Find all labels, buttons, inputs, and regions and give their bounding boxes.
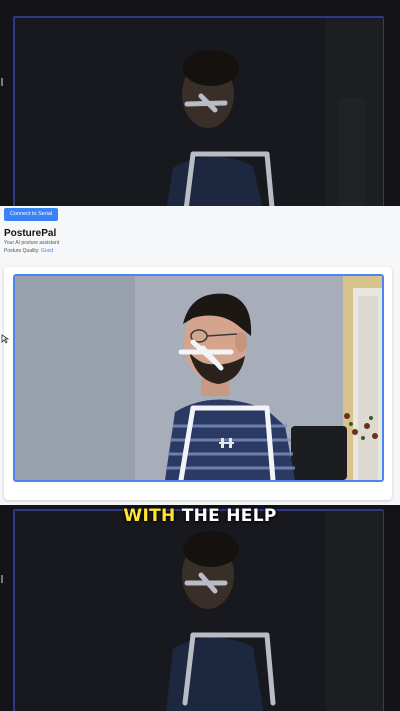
posture-quality: Posture Quality: Good [4, 248, 53, 254]
dimmed-video-bottom [0, 505, 400, 711]
dimmed-video-frame-bottom [13, 509, 384, 711]
app-subtitle: Your AI posture assistant [4, 240, 60, 246]
dimmed-video-frame-top [13, 16, 384, 206]
video-caption: WITH THE HELP [0, 506, 400, 526]
dimmed-webcam-image-bottom [15, 511, 383, 711]
app-window: Connect to Serial PosturePal Your AI pos… [0, 206, 400, 505]
webcam-image [15, 276, 382, 480]
cursor-tick-icon [1, 575, 7, 583]
connect-serial-button[interactable]: Connect to Serial [4, 208, 59, 221]
app-title: PosturePal [4, 228, 57, 239]
screen: Connect to Serial PosturePal Your AI pos… [0, 0, 400, 711]
caption-rest: THE HELP [181, 506, 277, 526]
mouse-cursor-icon [1, 334, 9, 344]
posture-quality-label: Posture Quality: [4, 248, 41, 254]
dimmed-video-top [0, 0, 400, 206]
caption-highlight: WITH [123, 506, 176, 526]
posture-quality-value: Good [40, 248, 54, 254]
cursor-tick-icon [1, 78, 7, 86]
dimmed-webcam-image-top [15, 18, 383, 206]
video-card [4, 267, 392, 500]
webcam-view [13, 274, 384, 482]
